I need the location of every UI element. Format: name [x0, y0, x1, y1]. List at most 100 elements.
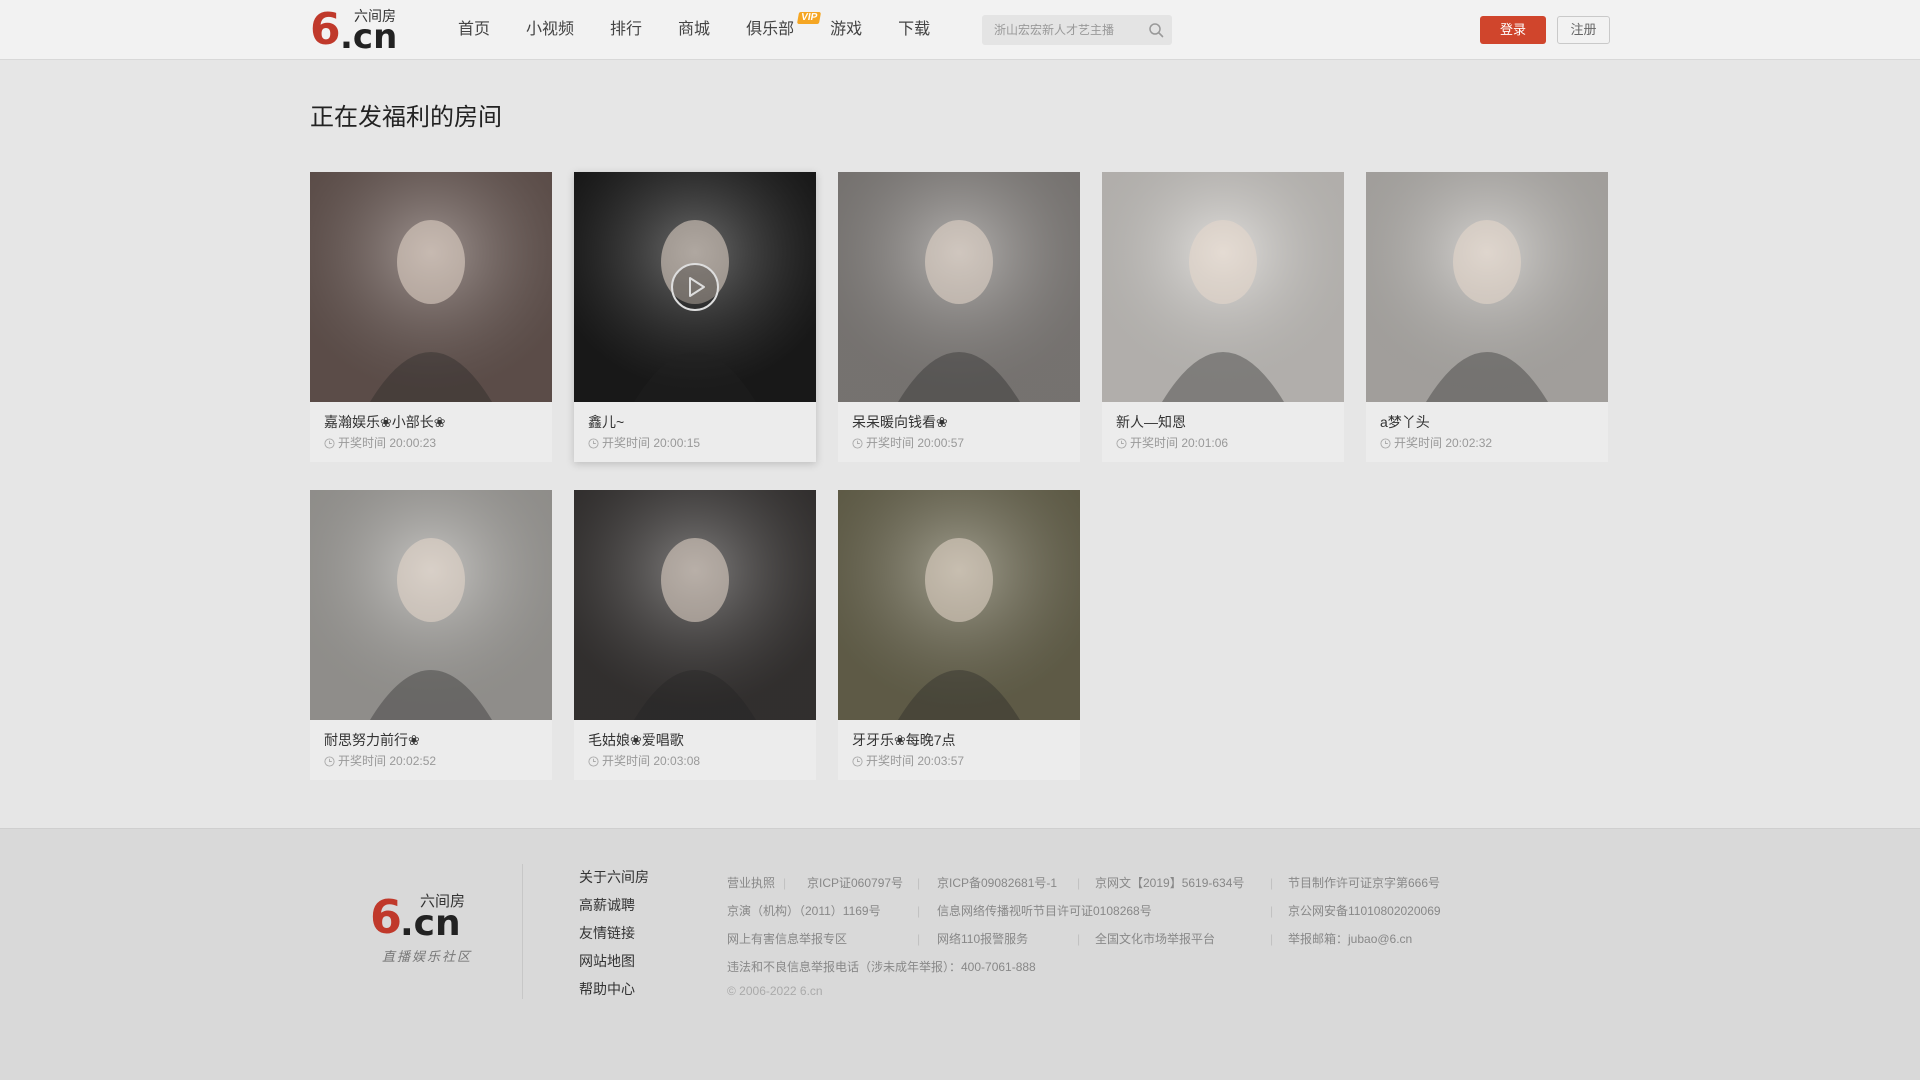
separator: | [917, 932, 921, 946]
room-name[interactable]: 嘉瀚娱乐❀小部长❀ [324, 412, 544, 432]
top-header: 6 .cn 六间房 首页 小视频 排行 商城 俱乐部 VIP 游戏 下载 登录 … [0, 0, 1920, 60]
footer-link-jobs[interactable]: 高薪诚聘 [579, 891, 649, 919]
room-name[interactable]: 毛姑娘❀爱唱歌 [588, 730, 808, 750]
nav-ranking[interactable]: 排行 [592, 0, 660, 60]
logo-six: 6 [310, 4, 341, 55]
clock-icon [1116, 437, 1127, 449]
footer-logo-cn-name: 六间房 [420, 893, 466, 910]
register-button[interactable]: 注册 [1557, 16, 1610, 44]
room-card[interactable]: 呆呆暖向钱看❀ 开奖时间 20:00:57 [838, 172, 1080, 462]
nav-games[interactable]: 游戏 [812, 0, 880, 60]
streamer-photo [838, 490, 1080, 720]
room-thumbnail[interactable] [310, 172, 552, 402]
footer-links: 关于六间房 高薪诚聘 友情链接 网站地图 帮助中心 [579, 863, 649, 1003]
search-input[interactable] [982, 15, 1136, 45]
clock-icon [324, 755, 335, 767]
separator: | [1270, 904, 1274, 918]
streamer-photo [574, 490, 816, 720]
draw-time: 开奖时间 20:00:57 [852, 435, 964, 451]
separator: | [1270, 876, 1274, 890]
login-button[interactable]: 登录 [1480, 16, 1546, 44]
footer-slogan: 直播娱乐社区 [382, 949, 473, 964]
clock-icon [324, 437, 335, 449]
search-icon[interactable] [1148, 22, 1164, 38]
av-license-link[interactable]: 信息网络传播视听节目许可证0108268号 [937, 897, 1152, 925]
room-thumbnail[interactable] [838, 172, 1080, 402]
draw-time-text: 开奖时间 20:02:32 [1394, 436, 1493, 450]
draw-time-text: 开奖时间 20:00:57 [866, 436, 965, 450]
clock-icon [588, 755, 599, 767]
room-name[interactable]: 耐思努力前行❀ [324, 730, 544, 750]
footer-link-sitemap[interactable]: 网站地图 [579, 947, 649, 975]
draw-time: 开奖时间 20:00:23 [324, 435, 436, 451]
nav-download[interactable]: 下载 [880, 0, 948, 60]
draw-time-text: 开奖时间 20:00:15 [602, 436, 701, 450]
report-email[interactable]: 举报邮箱：jubao@6.cn [1288, 925, 1412, 953]
footer-info: 营业执照 | 京ICP证060797号 | 京ICP备09082681号-1 |… [727, 869, 1487, 1001]
icp-record-link[interactable]: 京ICP备09082681号-1 [937, 869, 1057, 897]
nav-short-video[interactable]: 小视频 [508, 0, 592, 60]
room-card[interactable]: a梦丫头开奖时间 20:02:32 [1366, 172, 1608, 462]
nav-mall[interactable]: 商城 [660, 0, 728, 60]
culture-license-link[interactable]: 京网文【2019】5619-634号 [1095, 869, 1244, 897]
room-name[interactable]: a梦丫头 [1380, 412, 1600, 432]
footer-logo[interactable]: 6 .cn 六间房 直播娱乐社区 [370, 894, 480, 974]
site-logo[interactable]: 6 .cn 六间房 [310, 4, 400, 55]
play-icon[interactable] [670, 262, 720, 312]
section-title: 正在发福利的房间 [310, 104, 502, 131]
draw-time-text: 开奖时间 20:00:23 [338, 436, 437, 450]
police-110-link[interactable]: 网络110报警服务 [937, 925, 1028, 953]
site-footer: 6 .cn 六间房 直播娱乐社区 关于六间房 高薪诚聘 友情链接 网站地图 帮助… [0, 828, 1920, 1080]
room-card[interactable]: 新人—知恩 开奖时间 20:01:06 [1102, 172, 1344, 462]
harmful-info-report-link[interactable]: 网上有害信息举报专区 [727, 925, 847, 953]
room-thumbnail[interactable] [1366, 172, 1608, 402]
draw-time: 开奖时间 20:03:57 [852, 753, 964, 769]
footer-info-row: 营业执照 | 京ICP证060797号 | 京ICP备09082681号-1 |… [727, 869, 1487, 897]
footer-link-help[interactable]: 帮助中心 [579, 975, 649, 1003]
streamer-photo [1366, 172, 1608, 402]
streamer-photo [838, 172, 1080, 402]
room-card[interactable]: 毛姑娘❀爱唱歌 开奖时间 20:03:08 [574, 490, 816, 780]
room-thumbnail[interactable] [574, 172, 816, 402]
room-name[interactable]: 鑫儿~ [588, 412, 808, 432]
footer-link-about[interactable]: 关于六间房 [579, 863, 649, 891]
separator: | [783, 876, 787, 890]
room-card[interactable]: 鑫儿~ 开奖时间 20:00:15 [574, 172, 816, 462]
clock-icon [852, 437, 863, 449]
nav-club[interactable]: 俱乐部 VIP [728, 0, 822, 60]
copyright: © 2006-2022 6.cn [727, 984, 823, 998]
program-license-link[interactable]: 节目制作许可证京字第666号 [1288, 869, 1440, 897]
room-card[interactable]: 牙牙乐❀每晚7点开奖时间 20:03:57 [838, 490, 1080, 780]
footer-info-row: 违法和不良信息举报电话（涉未成年举报）：400-7061-888 [727, 953, 1487, 981]
icp-license-link[interactable]: 京ICP证060797号 [807, 869, 903, 897]
separator: | [1077, 876, 1081, 890]
room-name[interactable]: 新人—知恩 [1116, 412, 1336, 432]
room-thumbnail[interactable] [1102, 172, 1344, 402]
room-name[interactable]: 呆呆暖向钱看❀ [852, 412, 1072, 432]
footer-link-friends[interactable]: 友情链接 [579, 919, 649, 947]
report-phone: 违法和不良信息举报电话（涉未成年举报）：400-7061-888 [727, 960, 1036, 974]
draw-time-text: 开奖时间 20:03:57 [866, 754, 965, 768]
separator: | [1270, 932, 1274, 946]
logo-cn-name: 六间房 [354, 8, 396, 24]
room-thumbnail[interactable] [574, 490, 816, 720]
footer-divider [522, 864, 523, 999]
business-license-link[interactable]: 营业执照 [727, 869, 775, 897]
streamer-photo [310, 172, 552, 402]
culture-report-link[interactable]: 全国文化市场举报平台 [1095, 925, 1215, 953]
clock-icon [1380, 437, 1391, 449]
room-card[interactable]: 嘉瀚娱乐❀小部长❀ 开奖时间 20:00:23 [310, 172, 552, 462]
room-card[interactable]: 耐思努力前行❀ 开奖时间 20:02:52 [310, 490, 552, 780]
room-thumbnail[interactable] [838, 490, 1080, 720]
nav-club-label: 俱乐部 [746, 21, 795, 38]
nav-home[interactable]: 首页 [440, 0, 508, 60]
footer-logo-six: 6 [370, 890, 403, 944]
draw-time: 开奖时间 20:02:32 [1380, 435, 1492, 451]
police-record-link[interactable]: 京公网安备11010802020069 [1288, 897, 1441, 925]
room-thumbnail[interactable] [310, 490, 552, 720]
search-box [982, 15, 1172, 45]
performance-license-link[interactable]: 京演（机构）（2011）1169号 [727, 897, 881, 925]
draw-time: 开奖时间 20:00:15 [588, 435, 700, 451]
footer-logo-dotcn: .cn [400, 903, 461, 944]
room-name[interactable]: 牙牙乐❀每晚7点 [852, 730, 1072, 750]
